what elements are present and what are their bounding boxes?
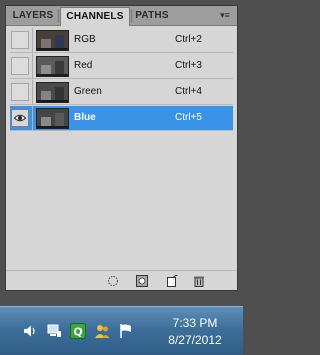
- action-center-flag-icon[interactable]: [118, 323, 134, 339]
- channel-name: RGB: [74, 34, 96, 45]
- visibility-toggle[interactable]: [11, 83, 29, 101]
- system-clock[interactable]: 7:33 PM 8/27/2012: [150, 315, 240, 349]
- panel-tab-bar: LAYERS CHANNELS PATHS ▾≡: [6, 6, 237, 26]
- row-divider: [32, 106, 33, 131]
- channel-row-green[interactable]: Green Ctrl+4: [10, 80, 233, 105]
- row-divider: [32, 54, 33, 79]
- tab-layers[interactable]: LAYERS: [9, 7, 57, 26]
- channel-thumbnail: [36, 82, 69, 103]
- channel-name: Blue: [74, 112, 96, 123]
- network-icon[interactable]: [46, 323, 62, 339]
- visibility-toggle[interactable]: [11, 57, 29, 75]
- load-selection-icon[interactable]: [107, 275, 119, 287]
- channel-name: Green: [74, 86, 102, 97]
- clock-date: 8/27/2012: [168, 333, 222, 347]
- channel-shortcut: Ctrl+4: [175, 86, 202, 97]
- row-divider: [32, 28, 33, 53]
- save-selection-icon[interactable]: [136, 275, 148, 287]
- channel-shortcut: Ctrl+5: [175, 112, 202, 123]
- channel-thumbnail: [36, 108, 69, 129]
- visibility-toggle[interactable]: [11, 109, 29, 127]
- clock-time: 7:33 PM: [172, 316, 218, 330]
- channel-row-red[interactable]: Red Ctrl+3: [10, 54, 233, 79]
- tab-paths[interactable]: PATHS: [132, 7, 172, 26]
- trash-icon[interactable]: [193, 275, 205, 287]
- speaker-icon[interactable]: [22, 323, 38, 339]
- panel-menu-icon[interactable]: ▾≡: [216, 9, 234, 23]
- svg-text:Q: Q: [73, 326, 82, 339]
- tab-channels[interactable]: CHANNELS: [60, 7, 130, 26]
- new-channel-icon[interactable]: [166, 275, 178, 287]
- panel-bottom-bar: [6, 270, 237, 290]
- channel-row-rgb[interactable]: RGB Ctrl+2: [10, 28, 233, 53]
- people-icon[interactable]: [94, 323, 110, 339]
- channel-shortcut: Ctrl+3: [175, 60, 202, 71]
- channel-row-blue[interactable]: Blue Ctrl+5: [10, 106, 233, 131]
- quicken-icon[interactable]: Q: [70, 323, 86, 339]
- channel-shortcut: Ctrl+2: [175, 34, 202, 45]
- channel-thumbnail: [36, 56, 69, 77]
- channel-thumbnail: [36, 30, 69, 51]
- tab-divider: [58, 9, 59, 23]
- eye-icon: [14, 114, 26, 122]
- visibility-toggle[interactable]: [11, 31, 29, 49]
- channel-list: RGB Ctrl+2 Red Ctrl+3 Green Ctrl+4 Blue …: [10, 28, 233, 274]
- channel-name: Red: [74, 60, 93, 71]
- channels-panel: LAYERS CHANNELS PATHS ▾≡ RGB Ctrl+2 Red …: [5, 5, 238, 291]
- row-divider: [32, 80, 33, 105]
- taskbar: Q 7:33 PM 8/27/2012: [0, 306, 243, 355]
